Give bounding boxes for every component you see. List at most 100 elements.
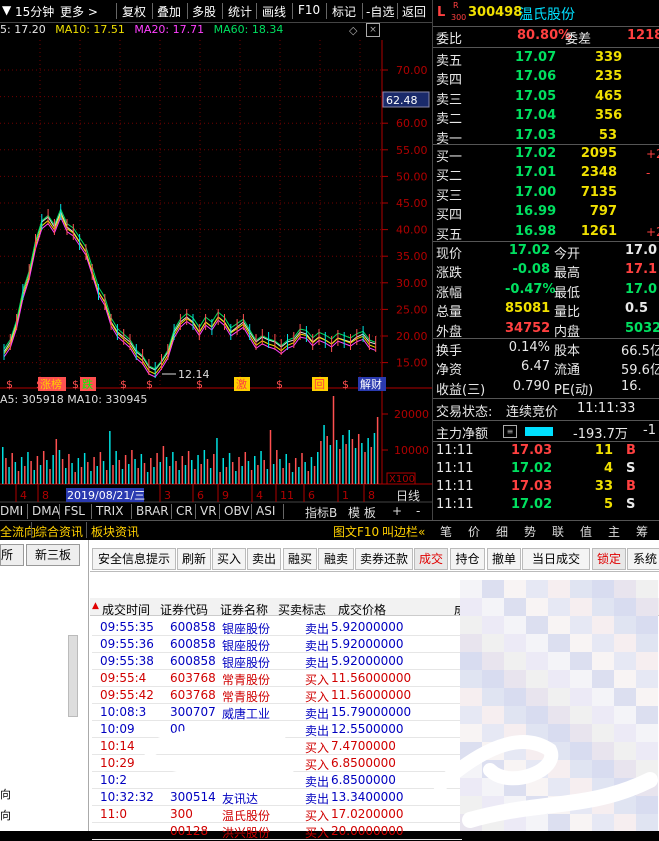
side-tab[interactable]: 联 xyxy=(552,523,564,540)
table-row[interactable]: 09:55:36 600858 银座股份 卖出 5.92000000 xyxy=(92,636,462,653)
date-tick: 8 xyxy=(42,489,49,502)
stat2-value: 6.47 xyxy=(521,359,550,375)
side-tab[interactable]: 主 xyxy=(608,523,620,540)
volume-bar xyxy=(102,461,105,484)
date-tick: 4 xyxy=(256,489,263,502)
cell-price: 5.92000000 xyxy=(331,654,404,668)
indicator-tab-dmi[interactable]: DMI xyxy=(0,504,23,518)
kline-chart[interactable]: 70.0065.0060.0055.0050.0045.0040.0035.00… xyxy=(0,22,432,518)
side-tab[interactable]: 势 xyxy=(524,523,536,540)
plus-button[interactable]: + xyxy=(392,504,402,518)
bid-price: 17.01 xyxy=(515,165,557,181)
menu-zixuan[interactable]: -自选 xyxy=(366,3,394,20)
event-marker[interactable]: $ xyxy=(276,378,283,391)
volume-bar xyxy=(260,451,262,484)
event-marker[interactable]: $ xyxy=(6,378,13,391)
col-header[interactable]: 成交价格 xyxy=(338,601,386,618)
col-header[interactable]: 买卖标志 xyxy=(278,601,326,618)
tab-tuwen-f10[interactable]: 图文F10 xyxy=(333,523,379,540)
stat-value: 34752 xyxy=(505,320,551,336)
button-3[interactable]: 卖出 xyxy=(247,548,281,570)
event-marker[interactable]: $ xyxy=(72,378,79,391)
col-header[interactable]: 证券代码 xyxy=(160,601,208,618)
button-2[interactable]: 买入 xyxy=(212,548,246,570)
button-5[interactable]: 融卖 xyxy=(318,548,354,570)
tab-xinsanban[interactable]: 新三板 xyxy=(26,544,80,566)
template-tab[interactable]: 模 板 xyxy=(348,504,376,521)
button-4[interactable]: 融买 xyxy=(283,548,317,570)
indicator-b-tab[interactable]: 指标B xyxy=(305,504,337,521)
indicator-tab-fsl[interactable]: FSL xyxy=(64,504,85,518)
sort-icon[interactable]: ▲ xyxy=(92,601,99,611)
event-tag[interactable]: 激 xyxy=(236,377,247,391)
period-label[interactable]: 日线 xyxy=(396,489,420,503)
col-header[interactable]: 成交时间 xyxy=(102,601,150,618)
menu-tongji[interactable]: 统计 xyxy=(228,3,252,20)
volume-bar xyxy=(269,430,272,484)
bid-label: 买一 xyxy=(436,150,463,165)
side-tab[interactable]: 筹 xyxy=(636,523,648,540)
button-8[interactable]: 持仓 xyxy=(450,548,485,570)
button-1[interactable]: 刷新 xyxy=(177,548,211,570)
event-marker[interactable]: $ xyxy=(120,378,127,391)
indicator-tab-cr[interactable]: CR xyxy=(176,504,193,518)
menu-huaxian[interactable]: 画线 xyxy=(262,3,286,20)
more-menu[interactable]: 更多 > xyxy=(60,3,98,20)
ask-volume: 53 xyxy=(598,127,617,143)
menu-diejia[interactable]: 叠加 xyxy=(157,3,181,20)
stat-value: 85081 xyxy=(505,301,551,317)
event-tag[interactable]: 涨榜 xyxy=(40,377,62,391)
col-header[interactable]: 证券名称 xyxy=(220,601,268,618)
button-12[interactable]: 系统 xyxy=(627,548,659,570)
tab-suo[interactable]: 所 xyxy=(0,544,24,566)
side-tab[interactable]: 价 xyxy=(468,523,480,540)
side-tab[interactable]: 细 xyxy=(496,523,508,540)
menu-f10[interactable]: F10 xyxy=(298,3,320,17)
menu-fuquan[interactable]: 复权 xyxy=(122,3,146,20)
button-10[interactable]: 当日成交 xyxy=(522,548,590,570)
tick-time: 11:11 xyxy=(436,461,474,476)
table-row[interactable]: 09:55:42 603768 常青股份 买入 11.56000000 xyxy=(92,687,462,704)
event-marker[interactable]: $ xyxy=(342,378,349,391)
side-tab[interactable]: 笔 xyxy=(440,523,452,540)
menu-biaoji[interactable]: 标记 xyxy=(332,3,356,20)
list-icon[interactable]: ≡ xyxy=(503,425,517,438)
event-tag[interactable]: 解财 xyxy=(360,377,382,391)
tab-zonghe-zixun[interactable]: 综合资讯 xyxy=(35,523,83,540)
period-selector[interactable]: 15分钟 xyxy=(15,3,54,20)
tab-bankuai-zixun[interactable]: 板块资讯 xyxy=(91,523,139,540)
indicator-tab-brar[interactable]: BRAR xyxy=(136,504,169,518)
button-7[interactable]: 成交 xyxy=(414,548,448,570)
indicator-tab-obv[interactable]: OBV xyxy=(224,504,250,518)
volume-bar xyxy=(225,467,228,484)
indicator-tab-trix[interactable]: TRIX xyxy=(96,504,123,518)
event-marker[interactable]: $ xyxy=(196,378,203,391)
cell-time: 09:55:4 xyxy=(100,671,147,685)
button-6[interactable]: 卖券还款 xyxy=(355,548,413,570)
indicator-tab-asi[interactable]: ASI xyxy=(256,504,275,518)
button-0[interactable]: 安全信息提示 xyxy=(92,548,176,570)
minus-button[interactable]: - xyxy=(416,504,420,518)
button-11[interactable]: 锁定 xyxy=(592,548,626,570)
indicator-tab-vr[interactable]: VR xyxy=(200,504,217,518)
event-marker[interactable]: $ xyxy=(146,378,153,391)
side-tab[interactable]: 值 xyxy=(580,523,592,540)
menu-back[interactable]: 返回 xyxy=(402,3,426,20)
tab-side-bar[interactable]: 叫边栏« xyxy=(382,523,425,540)
table-row[interactable]: 09:55:35 600858 银座股份 卖出 5.92000000 xyxy=(92,619,462,636)
left-scrollbar[interactable] xyxy=(68,635,78,717)
cell-code: 603768 xyxy=(170,688,216,702)
table-row[interactable]: 09:55:4 603768 常青股份 买入 11.56000000 xyxy=(92,670,462,687)
cell-price: 11.56000000 xyxy=(331,671,412,685)
bid-volume: 797 xyxy=(589,204,617,220)
indicator-tab-dma[interactable]: DMA xyxy=(32,504,60,518)
menu-duogu[interactable]: 多股 xyxy=(192,3,216,20)
stat-label: 外盘 xyxy=(436,324,463,340)
event-tag[interactable]: 跌 xyxy=(82,377,93,391)
table-row[interactable]: 09:55:38 600858 银座股份 卖出 5.92000000 xyxy=(92,653,462,670)
volume-bar xyxy=(143,463,146,484)
event-tag[interactable]: 回 xyxy=(314,378,325,391)
volume-bar xyxy=(17,471,20,484)
dropdown-icon[interactable]: ▼ xyxy=(2,3,11,17)
button-9[interactable]: 撤单 xyxy=(487,548,521,570)
